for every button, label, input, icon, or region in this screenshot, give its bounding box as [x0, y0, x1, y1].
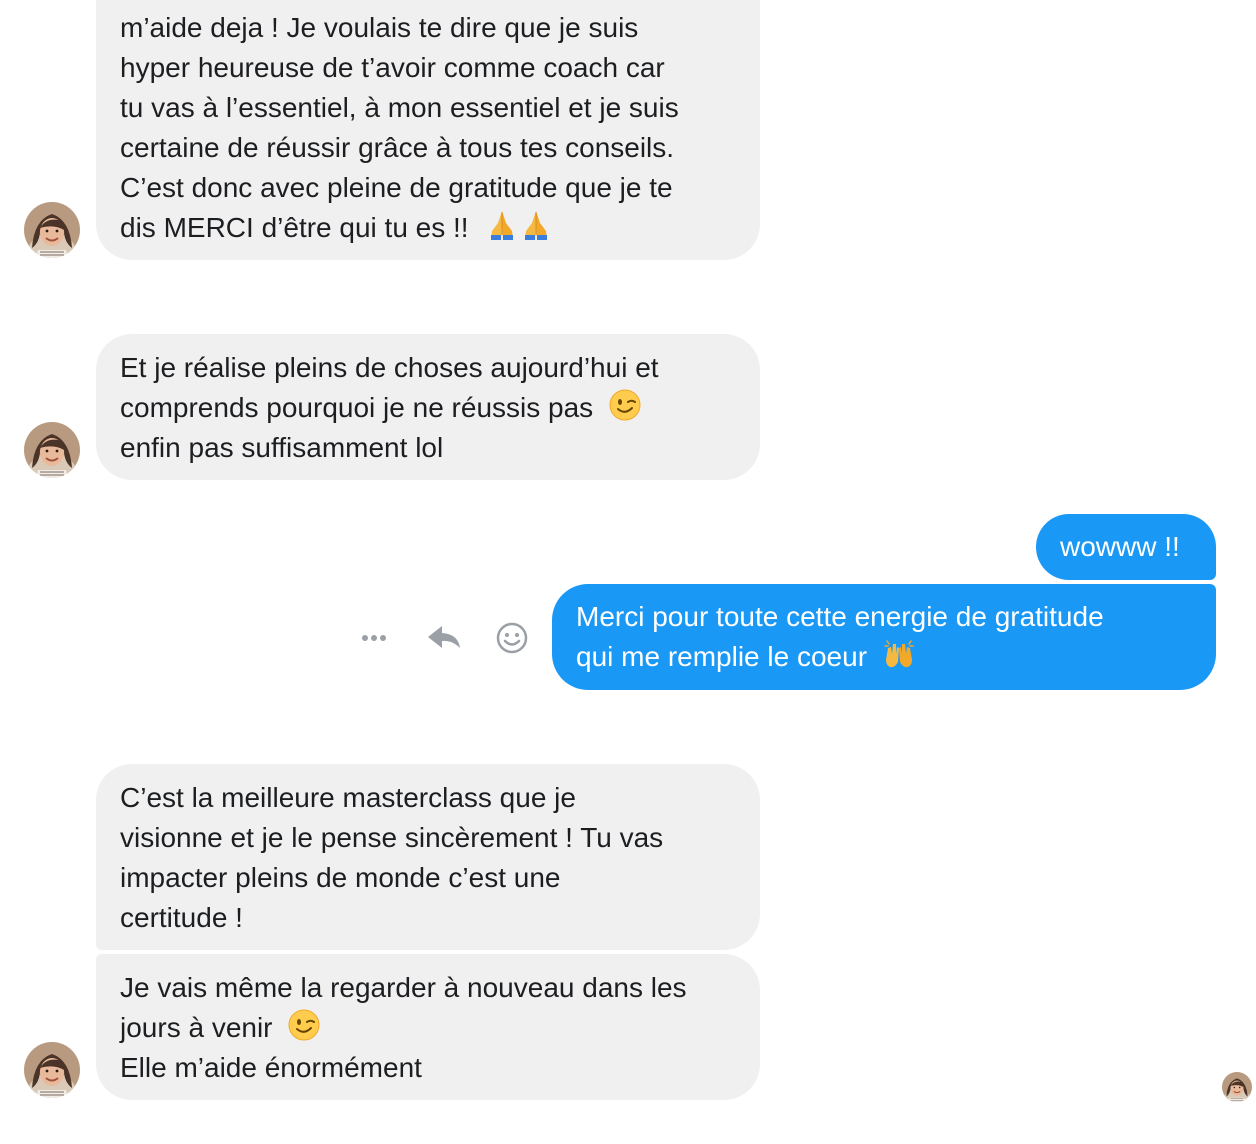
message-5-line-4: certitude !: [120, 902, 243, 933]
message-1-line-5: C’est donc avec pleine de gratitude que …: [120, 172, 673, 203]
message-2-line-2-wrap: comprends pourquoi je ne réussis pas: [120, 388, 736, 428]
contact-avatar-2[interactable]: [24, 422, 80, 478]
message-2-line-1: Et je réalise pleins de choses aujourd’h…: [120, 352, 659, 383]
message-1-line-6: dis MERCI d’être qui tu es !!: [120, 212, 469, 243]
message-4-line-2-wrap: qui me remplie le coeur: [576, 637, 1192, 677]
message-5-line-2: visionne et je le pense sincèrement ! Tu…: [120, 822, 664, 853]
message-6-line-1: Je vais même la regarder à nouveau dans …: [120, 972, 687, 1003]
message-5-line-1: C’est la meilleure masterclass que je: [120, 782, 576, 813]
message-2-line-2: comprends pourquoi je ne réussis pas: [120, 392, 594, 423]
winking-face-emoji-2: [288, 1009, 320, 1041]
message-3-text: wowww !!: [1060, 531, 1180, 562]
message-6-line-2: jours à venir: [120, 1012, 273, 1043]
message-1-line-4: certaine de réussir grâce à tous tes con…: [120, 132, 675, 163]
message-6-line-3: Elle m’aide énormément: [120, 1052, 422, 1083]
contact-avatar[interactable]: [24, 202, 80, 258]
react-icon[interactable]: [490, 616, 534, 660]
message-1-line-2: hyper heureuse de t’avoir comme coach ca…: [120, 52, 665, 83]
message-2-line-3: enfin pas suffisamment lol: [120, 432, 444, 463]
incoming-message-3[interactable]: C’est la meilleure masterclass que je vi…: [96, 764, 760, 950]
message-1-line-6-wrap: dis MERCI d’être qui tu es !!: [120, 208, 736, 248]
outgoing-message-2[interactable]: Merci pour toute cette energie de gratit…: [552, 584, 1216, 690]
incoming-message-4[interactable]: Je vais même la regarder à nouveau dans …: [96, 954, 760, 1100]
raising-hands-emoji: [883, 638, 915, 670]
folded-hands-emoji-2: [520, 209, 552, 241]
incoming-message-1[interactable]: m’aide deja ! Je voulais te dire que je …: [96, 0, 760, 260]
outgoing-message-1[interactable]: wowww !!: [1036, 514, 1216, 580]
message-1-line-3: tu vas à l’essentiel, à mon essentiel et…: [120, 92, 679, 123]
seen-receipt-avatar: [1222, 1072, 1252, 1102]
message-6-line-2-wrap: jours à venir: [120, 1008, 736, 1048]
message-4-line-2: qui me remplie le coeur: [576, 641, 868, 672]
winking-face-emoji: [609, 389, 641, 421]
reply-icon[interactable]: [422, 616, 466, 660]
incoming-message-2[interactable]: Et je réalise pleins de choses aujourd’h…: [96, 334, 760, 480]
message-5-line-3: impacter pleins de monde c’est une: [120, 862, 561, 893]
folded-hands-emoji: [486, 209, 518, 241]
message-1-line-1: m’aide deja ! Je voulais te dire que je …: [120, 12, 639, 43]
message-4-line-1: Merci pour toute cette energie de gratit…: [576, 601, 1104, 632]
more-icon[interactable]: [352, 616, 396, 660]
contact-avatar-3[interactable]: [24, 1042, 80, 1098]
